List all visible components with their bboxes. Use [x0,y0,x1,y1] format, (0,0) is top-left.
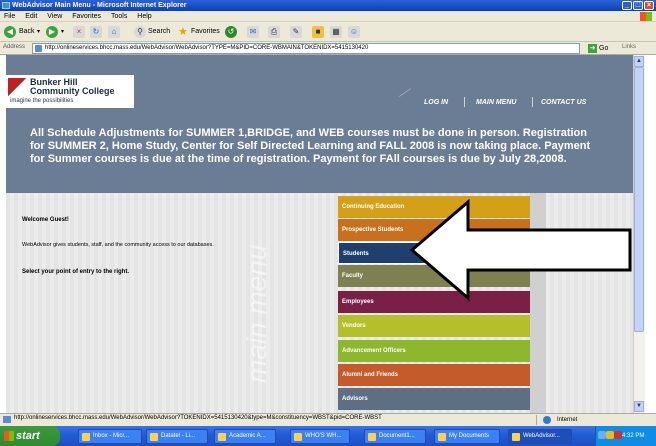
word-icon [218,433,226,441]
taskbar-item-webadvisor[interactable]: WebAdvisor... [508,429,572,444]
word-icon [294,433,302,441]
toolbar: ◀ Back ▾ ▶ ▾ × ↻ ⌂ ⚲ Search ★ Favorites … [0,22,656,42]
security-icon[interactable] [606,431,614,439]
taskbar-label: Document1... [379,433,415,439]
menu-vendors[interactable]: Vendors [338,315,530,337]
clock: 4:32 PM [622,433,645,439]
network-icon[interactable] [598,431,606,439]
scroll-up-icon[interactable]: ▲ [634,56,644,67]
menu-advancement-officers[interactable]: Advancement Officers [338,340,530,362]
forward-dropdown-icon[interactable]: ▾ [61,26,64,38]
nav-contact-us[interactable]: CONTACT US [541,99,586,106]
college-logo[interactable]: Bunker Hill Community College imagine th… [6,75,134,108]
menu-advisors[interactable]: Advisors [338,388,530,410]
ie-app-icon [2,2,10,9]
mail-icon[interactable]: ✉ [247,26,259,38]
zone-label: Internet [557,417,578,423]
college-name-line2: Community College [30,86,115,96]
history-icon[interactable]: ↺ [225,26,237,38]
back-dropdown-icon[interactable]: ▾ [37,26,40,38]
stop-icon[interactable]: × [73,26,85,38]
menu-view[interactable]: View [43,11,66,22]
taskbar-label: WebAdvisor... [523,433,560,439]
window-title-bar: WebAdvisor Main Menu - Microsoft Interne… [0,0,656,11]
word-icon [368,433,376,441]
search-button[interactable]: Search [148,26,170,38]
menu-tools[interactable]: Tools [107,11,131,22]
nav-main-menu[interactable]: MAIN MENU [476,99,516,106]
folder-icon[interactable]: ■ [312,26,324,38]
security-zone: Internet [536,415,636,425]
page-icon [35,45,42,52]
windows-flag-icon [4,431,14,441]
messenger-icon[interactable]: ☺ [348,26,360,38]
outlook-icon [82,433,90,441]
status-url: http://onlineservices.bhcc.mass.edu/WebA… [14,415,382,421]
address-label: Address [3,44,26,50]
nav-separator [532,97,533,107]
taskbar-label: Datatel - Li... [161,433,196,439]
nav-separator [464,97,465,107]
taskbar-label: Academic A... [229,433,266,439]
globe-icon [543,416,551,424]
search-icon[interactable]: ⚲ [134,26,146,38]
welcome-title: Welcome Guest! [22,217,69,223]
back-arrow-icon[interactable]: ◀ [4,26,16,38]
taskbar-item-inbox[interactable]: Inbox - Micr... [78,429,142,444]
taskbar-label: My Documents [449,433,490,439]
scroll-down-icon[interactable]: ▼ [634,401,644,412]
taskbar-label: WHO'S WH... [305,433,342,439]
menu-alumni-and-friends[interactable]: Alumni and Friends [338,364,530,386]
main-menu-watermark-text: main menu [241,244,272,383]
address-input[interactable]: http://onlineservices.bhcc.mass.edu/WebA… [32,43,580,54]
menu-file[interactable]: File [0,11,19,22]
go-label: Go [599,45,609,52]
page-status-icon [3,416,11,423]
taskbar-label: Inbox - Micr... [93,433,130,439]
welcome-instruction: Select your point of entry to the right. [22,269,130,275]
menu-help[interactable]: Help [133,11,155,22]
print-icon[interactable]: ⎙ [268,26,280,38]
favorites-button[interactable]: Favorites [191,26,220,38]
maximize-button[interactable]: □ [633,1,643,10]
menu-edit[interactable]: Edit [21,11,41,22]
favorites-star-icon[interactable]: ★ [178,26,188,38]
start-label: start [16,430,40,442]
back-button[interactable]: Back [19,26,35,38]
window-title: WebAdvisor Main Menu - Microsoft Interne… [12,2,187,9]
forward-arrow-icon[interactable]: ▶ [46,26,58,38]
edit-icon[interactable]: ✎ [290,26,302,38]
taskbar-item-datatel[interactable]: Datatel - Li... [146,429,208,444]
go-arrow-icon: ➜ [588,43,597,53]
main-menu-watermark: main menu [228,190,278,410]
nav-login[interactable]: LOG IN [424,99,448,106]
minimize-button[interactable]: _ [622,1,632,10]
folder-icon [438,433,446,441]
scroll-thumb[interactable] [634,67,644,332]
menu-bar: File Edit View Favorites Tools Help [0,11,656,22]
announcement-text: All Schedule Adjustments for SUMMER 1,BR… [30,127,591,165]
refresh-icon[interactable]: ↻ [90,26,102,38]
college-logo-icon [8,78,26,96]
taskbar-item-academic[interactable]: Academic A... [214,429,276,444]
taskbar-item-my-documents[interactable]: My Documents [434,429,500,444]
app-icon [150,433,158,441]
welcome-description: WebAdvisor gives students, staff, and th… [22,242,214,248]
antivirus-icon[interactable] [614,431,622,439]
go-button[interactable]: ➜ Go [588,43,614,54]
home-icon[interactable]: ⌂ [108,26,120,38]
taskbar-item-whos-who[interactable]: WHO'S WH... [290,429,350,444]
menu-favorites[interactable]: Favorites [68,11,105,22]
address-url: http://onlineservices.bhcc.mass.edu/WebA… [45,45,369,51]
pointing-arrow [409,198,632,302]
ie-icon [512,433,520,441]
close-button[interactable]: × [644,1,654,10]
start-button[interactable]: start [0,426,60,446]
links-button[interactable]: Links [622,44,636,50]
research-icon[interactable]: ▦ [330,26,342,38]
college-tagline: imagine the possibilities [10,98,74,104]
taskbar-item-document1[interactable]: Document1... [364,429,426,444]
windows-logo-icon [640,12,652,21]
